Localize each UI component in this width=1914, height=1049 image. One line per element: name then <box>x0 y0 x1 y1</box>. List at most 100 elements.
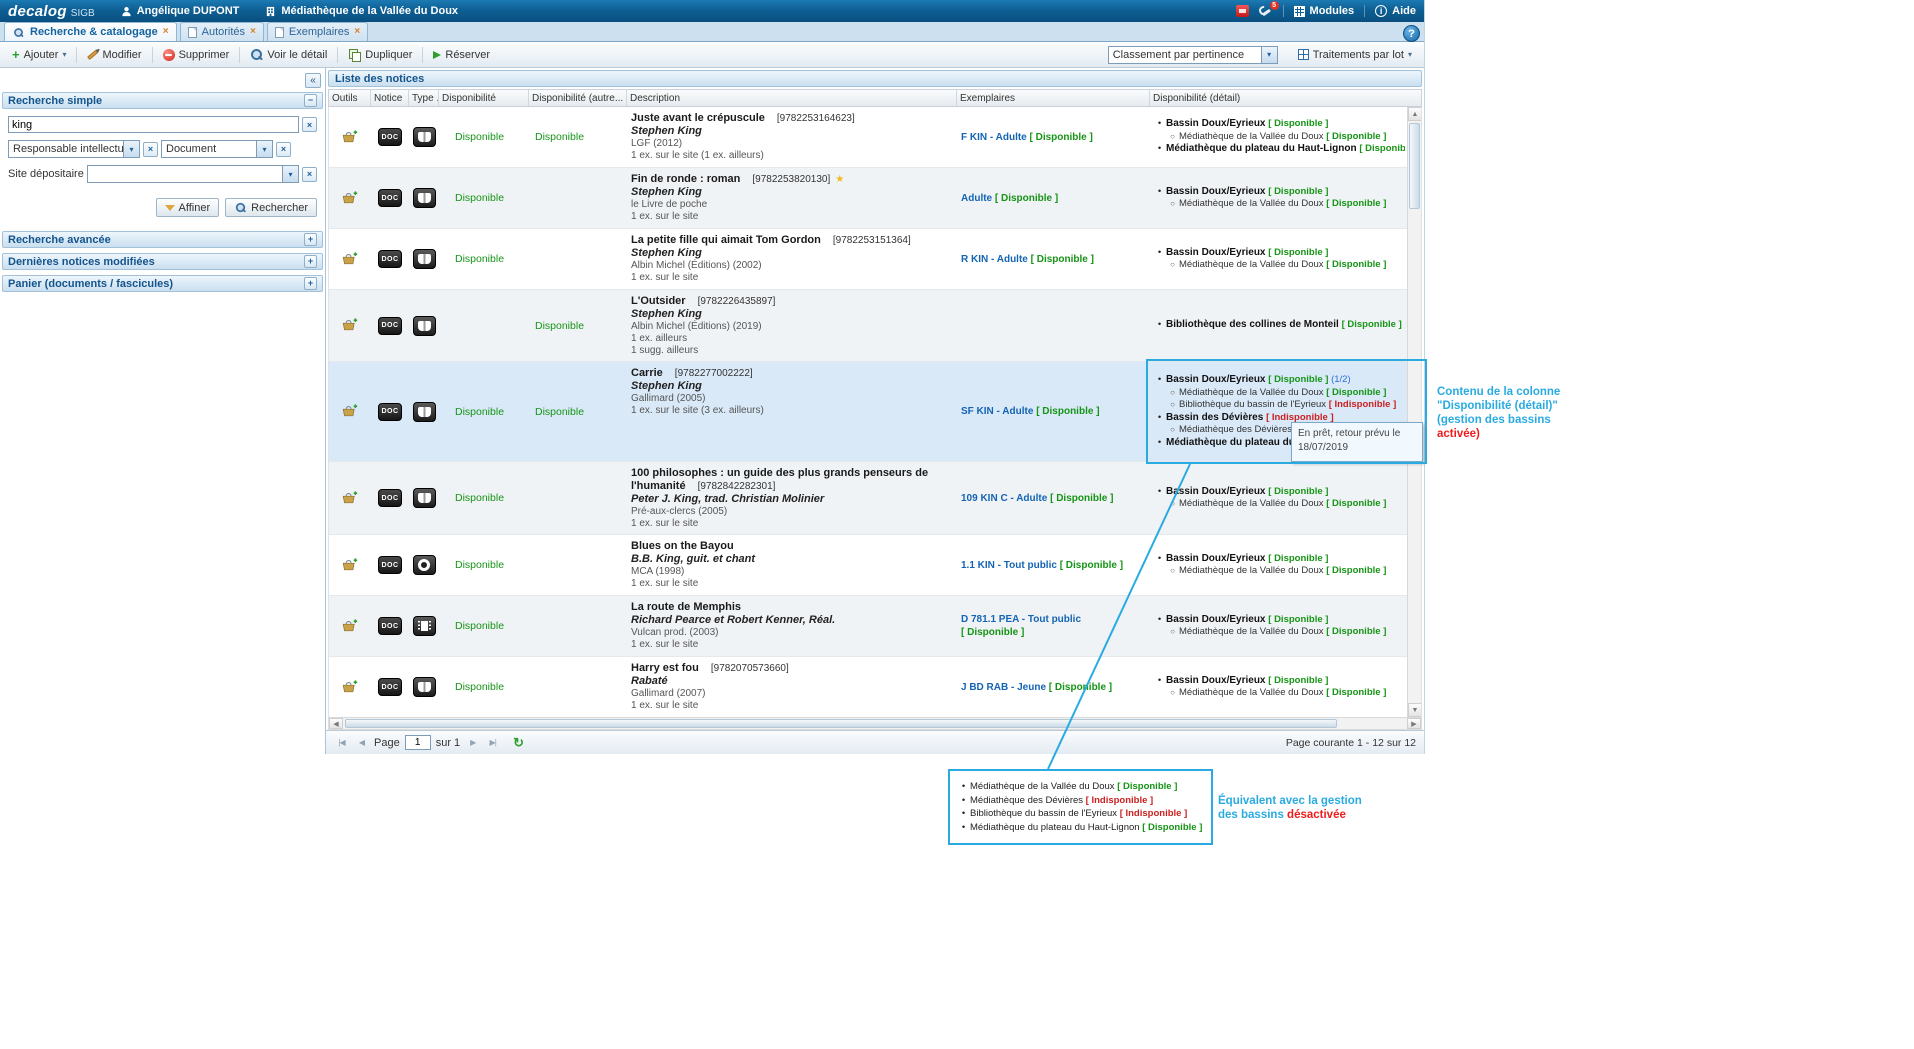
panel-recherche-avancee[interactable]: Recherche avancée + <box>2 231 323 248</box>
search-input[interactable] <box>8 116 299 133</box>
scroll-right-icon[interactable]: ▶ <box>1407 718 1421 729</box>
column-header-disponibilite-detail[interactable]: Disponibilité (détail) <box>1150 90 1421 106</box>
expand-panel-icon[interactable]: + <box>304 255 317 268</box>
record-title[interactable]: Carrie <box>631 367 663 379</box>
doc-record-icon[interactable]: DOC <box>378 128 402 146</box>
last-page-icon[interactable]: ▶| <box>485 735 500 751</box>
clear-doc-type-icon[interactable]: × <box>276 142 291 157</box>
first-page-icon[interactable]: |◀ <box>334 735 349 751</box>
current-site[interactable]: Médiathèque de la Vallée du Doux <box>265 5 458 17</box>
panel-dernieres-notices[interactable]: Dernières notices modifiées + <box>2 253 323 270</box>
tab-close-icon[interactable]: × <box>250 27 256 37</box>
panel-panier[interactable]: Panier (documents / fascicules) + <box>2 275 323 292</box>
tab-autorites[interactable]: Autorités × <box>180 22 264 41</box>
column-header-description[interactable]: Description <box>627 90 957 106</box>
modules-button[interactable]: Modules <box>1294 5 1355 17</box>
expand-panel-icon[interactable]: + <box>304 277 317 290</box>
table-row[interactable]: DOC Disponible 100 philosophes : un guid… <box>329 462 1407 535</box>
alert-icon[interactable] <box>1236 5 1249 17</box>
scroll-thumb[interactable] <box>1409 123 1420 209</box>
doc-record-icon[interactable]: DOC <box>378 556 402 574</box>
column-header-type[interactable]: Type ... <box>409 90 439 106</box>
column-header-outils[interactable]: Outils <box>329 90 371 106</box>
doc-record-icon[interactable]: DOC <box>378 250 402 268</box>
scroll-track[interactable] <box>1408 121 1421 703</box>
collapse-panel-icon[interactable]: − <box>304 94 317 107</box>
help-icon[interactable]: ? <box>1403 25 1420 42</box>
scroll-down-icon[interactable]: ▼ <box>1408 703 1422 717</box>
tab-close-icon[interactable]: × <box>163 27 169 37</box>
doc-record-icon[interactable]: DOC <box>378 617 402 635</box>
voir-detail-button[interactable]: Voir le détail <box>244 46 333 63</box>
modifier-button[interactable]: Modifier <box>81 47 147 63</box>
search-field-select[interactable]: Responsable intellectuel ▾ <box>8 140 140 158</box>
rechercher-button[interactable]: Rechercher <box>225 198 317 217</box>
add-to-basket-icon[interactable] <box>342 191 358 206</box>
reserver-button[interactable]: Réserver <box>427 47 496 63</box>
site-depositaire-select[interactable]: ▾ <box>87 165 299 183</box>
caret-down-icon[interactable]: ▾ <box>1261 47 1277 63</box>
record-title[interactable]: La petite fille qui aimait Tom Gordon <box>631 234 821 246</box>
add-to-basket-icon[interactable] <box>342 491 358 506</box>
sort-select[interactable]: Classement par pertinence ▾ <box>1108 46 1278 64</box>
horizontal-scrollbar[interactable]: ◀ ▶ <box>328 717 1422 730</box>
doc-record-icon[interactable]: DOC <box>378 403 402 421</box>
column-header-notice[interactable]: Notice <box>371 90 409 106</box>
caret-down-icon[interactable]: ▾ <box>256 141 272 157</box>
table-row[interactable]: DOC Disponible La petite fille qui aimai… <box>329 229 1407 290</box>
refresh-icon[interactable]: ↻ <box>513 735 524 751</box>
record-title[interactable]: L'Outsider <box>631 295 686 307</box>
table-row[interactable]: DOC Disponible Blues on the Bayou B.B. K… <box>329 535 1407 596</box>
record-title[interactable]: 100 philosophes : un guide des plus gran… <box>631 467 928 492</box>
column-header-exemplaires[interactable]: Exemplaires <box>957 90 1150 106</box>
aide-button[interactable]: Aide <box>1375 5 1416 17</box>
clear-field-icon[interactable]: × <box>143 142 158 157</box>
expand-panel-icon[interactable]: + <box>304 233 317 246</box>
record-title[interactable]: Juste avant le crépuscule <box>631 112 765 124</box>
add-to-basket-icon[interactable] <box>342 558 358 573</box>
table-row[interactable]: DOC Disponible Harry est fou[97820705736… <box>329 657 1407 717</box>
supprimer-button[interactable]: Supprimer <box>157 47 236 63</box>
affiner-button[interactable]: Affiner <box>156 198 220 217</box>
doc-record-icon[interactable]: DOC <box>378 189 402 207</box>
tab-recherche-catalogage[interactable]: Recherche & catalogage × <box>4 22 177 41</box>
page-input[interactable] <box>405 735 431 750</box>
panel-recherche-simple[interactable]: Recherche simple − <box>2 92 323 109</box>
add-to-basket-icon[interactable] <box>342 680 358 695</box>
scroll-left-icon[interactable]: ◀ <box>329 718 343 729</box>
doc-record-icon[interactable]: DOC <box>378 678 402 696</box>
clear-search-icon[interactable]: × <box>302 117 317 132</box>
column-header-disponibilite[interactable]: Disponibilité <box>439 90 529 106</box>
prev-page-icon[interactable]: ◀ <box>354 735 369 751</box>
table-row[interactable]: DOC Disponible La route de Memphis Richa… <box>329 596 1407 657</box>
column-header-disponibilite-autre[interactable]: Disponibilité (autre... <box>529 90 627 106</box>
table-row[interactable]: DOC Disponible L'Outsider[9782226435897]… <box>329 290 1407 362</box>
scroll-up-icon[interactable]: ▲ <box>1408 107 1422 121</box>
ajouter-button[interactable]: + Ajouter ▾ <box>6 47 72 63</box>
tools-icon[interactable]: 5 <box>1259 5 1273 18</box>
add-to-basket-icon[interactable] <box>342 252 358 267</box>
dupliquer-button[interactable]: Dupliquer <box>342 47 418 63</box>
vertical-scrollbar[interactable]: ▲ ▼ <box>1407 107 1421 717</box>
add-to-basket-icon[interactable] <box>342 318 358 333</box>
record-title[interactable]: Harry est fou <box>631 662 699 674</box>
record-title[interactable]: La route de Memphis <box>631 601 741 613</box>
record-title[interactable]: Blues on the Bayou <box>631 540 734 552</box>
clear-site-icon[interactable]: × <box>302 167 317 182</box>
collapse-sidebar-button[interactable]: « <box>305 73 321 88</box>
table-row[interactable]: DOC Disponible Fin de ronde : roman[9782… <box>329 168 1407 229</box>
tab-exemplaires[interactable]: Exemplaires × <box>267 22 368 41</box>
record-title[interactable]: Fin de ronde : roman <box>631 173 740 185</box>
tab-close-icon[interactable]: × <box>354 27 360 37</box>
traitements-par-lot-button[interactable]: Traitements par lot ▾ <box>1292 47 1418 63</box>
add-to-basket-icon[interactable] <box>342 404 358 419</box>
table-row[interactable]: DOC Disponible Disponible Carrie[9782277… <box>329 362 1407 462</box>
scroll-track[interactable] <box>343 718 1407 729</box>
add-to-basket-icon[interactable] <box>342 619 358 634</box>
scroll-thumb[interactable] <box>345 719 1337 728</box>
doc-record-icon[interactable]: DOC <box>378 317 402 335</box>
doc-type-select[interactable]: Document ▾ <box>161 140 273 158</box>
current-user[interactable]: Angélique DUPONT <box>121 5 240 17</box>
caret-down-icon[interactable]: ▾ <box>282 166 298 182</box>
add-to-basket-icon[interactable] <box>342 130 358 145</box>
